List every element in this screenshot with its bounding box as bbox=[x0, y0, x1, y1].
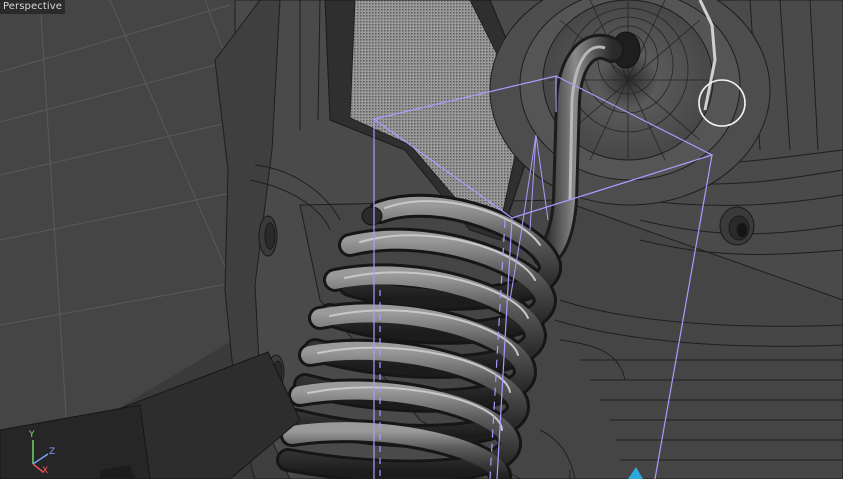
axis-gizmo: Y Z X bbox=[22, 428, 66, 478]
viewport-camera-label[interactable]: Perspective bbox=[0, 0, 66, 14]
axis-x-label: X bbox=[42, 466, 49, 476]
axis-y-label: Y bbox=[29, 430, 35, 440]
axis-z-label: Z bbox=[49, 447, 56, 457]
3d-viewport[interactable]: Perspective Y Z X bbox=[0, 0, 843, 479]
viewport-scene[interactable] bbox=[0, 0, 843, 479]
